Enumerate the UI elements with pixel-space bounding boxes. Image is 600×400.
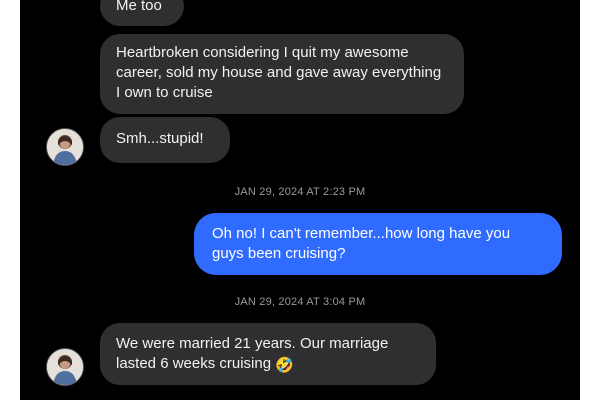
incoming-message-bubble[interactable]: Smh...stupid! — [100, 117, 230, 163]
incoming-message-bubble[interactable]: Me too — [100, 0, 184, 26]
message-text: Heartbroken considering I quit my awesom… — [116, 44, 442, 101]
message-timestamp: JAN 29, 2024 AT 2:23 PM — [234, 186, 366, 198]
outgoing-message-bubble[interactable]: Oh no! I can't remember...how long have … — [194, 213, 562, 275]
message-text: Smh...stupid! — [116, 130, 204, 147]
contact-avatar-icon[interactable] — [46, 128, 84, 166]
message-text: Me too — [116, 0, 162, 14]
message-text: We were married 21 years. Our marriage l… — [116, 335, 389, 372]
chat-thread: Me too Heartbroken considering I quit my… — [20, 0, 580, 400]
laughing-emoji-icon: 🤣 — [275, 357, 294, 374]
incoming-message-bubble[interactable]: We were married 21 years. Our marriage l… — [100, 323, 436, 385]
message-timestamp: JAN 29, 2024 AT 3:04 PM — [234, 296, 366, 308]
incoming-message-bubble[interactable]: Heartbroken considering I quit my awesom… — [100, 34, 464, 114]
message-text: Oh no! I can't remember...how long have … — [212, 225, 511, 262]
contact-avatar-icon[interactable] — [46, 348, 84, 386]
